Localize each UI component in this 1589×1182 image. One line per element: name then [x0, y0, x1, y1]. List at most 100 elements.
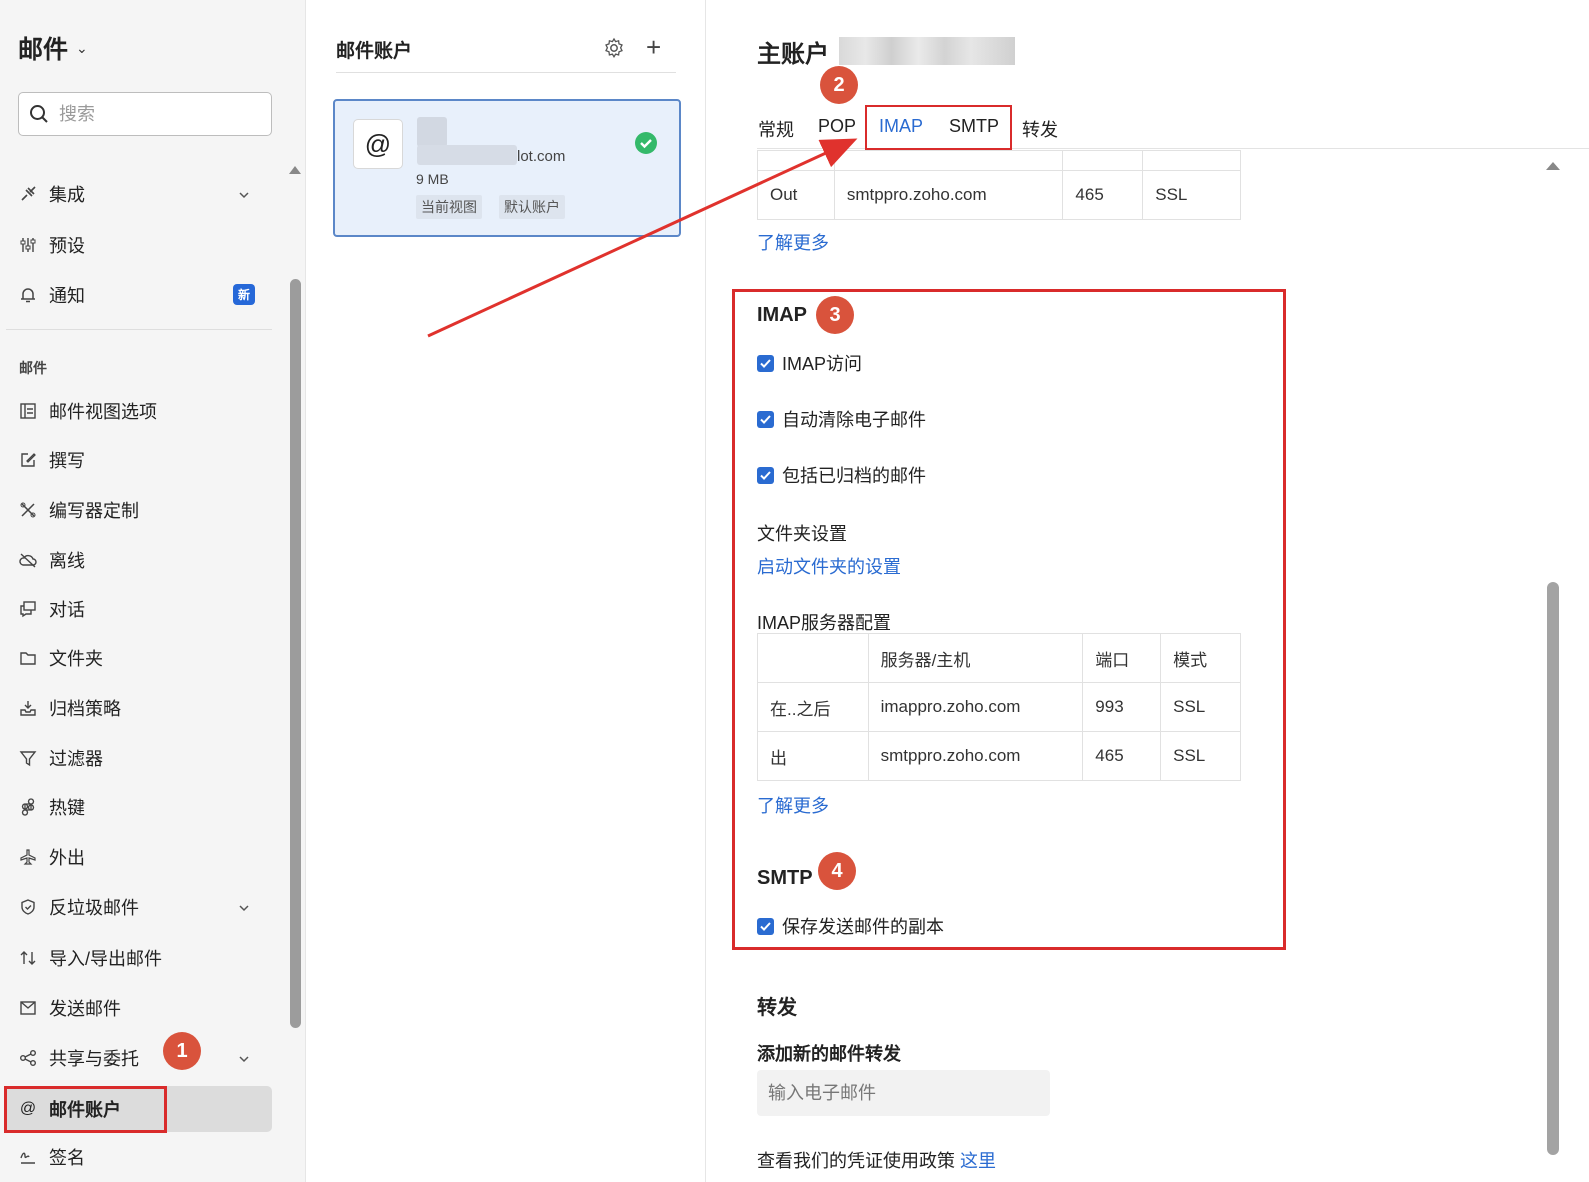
sidebar-item-folders[interactable]: 文件夹	[0, 635, 272, 681]
sidebar-item-label: 反垃圾邮件	[49, 898, 139, 918]
new-badge: 新	[233, 284, 256, 305]
table-cell: SSL	[1142, 170, 1241, 220]
table-row: Out smtppro.zoho.com 465 SSL	[757, 170, 1241, 220]
app-switcher[interactable]: 邮件 ⌄	[18, 30, 88, 66]
send-mail-icon	[18, 998, 38, 1018]
sidebar-item-import-export[interactable]: 导入/导出邮件	[0, 935, 272, 981]
sidebar-item-label: 编写器定制	[49, 501, 139, 521]
sidebar-item-label: 热键	[49, 798, 85, 818]
add-account-button[interactable]: +	[646, 34, 661, 60]
account-domain: lot.com	[517, 148, 566, 165]
redacted-address	[417, 145, 517, 165]
command-icon	[18, 797, 38, 817]
sidebar-item-mail-view[interactable]: 邮件视图选项	[0, 388, 272, 434]
sidebar-item-out-of-office[interactable]: 外出	[0, 834, 272, 880]
sidebar-item-hotkeys[interactable]: 热键	[0, 784, 272, 830]
chevron-down-icon[interactable]	[238, 898, 250, 919]
sidebar-item-share-delegate[interactable]: 共享与委托	[0, 1035, 272, 1081]
chevron-down-icon: ⌄	[76, 39, 88, 56]
policy-link[interactable]: 这里	[960, 1151, 996, 1171]
sidebar-item-label: 签名	[49, 1148, 85, 1168]
sidebar-item-offline[interactable]: 离线	[0, 537, 272, 583]
tab-pop[interactable]: POP	[818, 116, 856, 137]
learn-more-link[interactable]: 了解更多	[757, 229, 829, 255]
tab-forward[interactable]: 转发	[1022, 116, 1058, 142]
scroll-up-arrow[interactable]	[289, 166, 301, 174]
forward-heading: 转发	[757, 997, 797, 1019]
sidebar-item-presets[interactable]: 预设	[0, 222, 272, 268]
sidebar-item-anti-spam[interactable]: 反垃圾邮件	[0, 884, 272, 930]
search-input[interactable]	[57, 102, 247, 126]
accounts-panel: 邮件账户 + @ lot.com 9 MB 当前视图 默认账户	[306, 0, 706, 1182]
sidebar-item-conversation[interactable]: 对话	[0, 586, 272, 632]
divider	[336, 72, 676, 73]
sidebar-item-compose[interactable]: 撰写	[0, 437, 272, 483]
page-title: 主账户	[757, 41, 829, 68]
sidebar-item-label: 邮件视图选项	[49, 402, 157, 422]
tag-current-view: 当前视图	[416, 195, 482, 219]
at-icon: @	[353, 119, 403, 169]
sidebar-item-send-mail[interactable]: 发送邮件	[0, 985, 272, 1031]
redacted-account-name	[839, 37, 1015, 65]
share-icon	[18, 1048, 38, 1068]
layout-icon	[18, 401, 38, 421]
plane-icon	[18, 847, 38, 867]
sidebar-item-label: 离线	[49, 551, 85, 571]
sliders-icon	[18, 235, 38, 255]
sidebar-item-label: 共享与委托	[49, 1049, 139, 1069]
sidebar-item-label: 外出	[49, 848, 85, 868]
search-box[interactable]	[18, 92, 272, 136]
divider	[6, 329, 272, 330]
sidebar-item-label: 集成	[49, 185, 85, 205]
tab-imap[interactable]: IMAP	[879, 116, 923, 137]
add-forward-label: 添加新的邮件转发	[757, 1044, 901, 1064]
sidebar-item-editor-custom[interactable]: 编写器定制	[0, 487, 272, 533]
account-size: 9 MB	[416, 171, 449, 187]
sidebar-item-mail-accounts[interactable]: @ 邮件账户	[4, 1086, 272, 1132]
settings-sidebar: 邮件 ⌄ 集成 预设 通知 新 邮件 邮件视图选项 撰写	[0, 0, 306, 1182]
tabs-divider	[757, 148, 1589, 149]
sidebar-item-label: 对话	[49, 600, 85, 620]
sidebar-item-label: 归档策略	[49, 699, 121, 719]
sidebar-item-label: 发送邮件	[49, 999, 121, 1019]
cloud-off-icon	[18, 550, 38, 570]
bell-icon	[18, 285, 38, 305]
app-title: 邮件	[18, 36, 69, 64]
chevron-down-icon[interactable]	[238, 185, 250, 206]
sidebar-item-signature[interactable]: 签名	[0, 1134, 272, 1180]
table-cell: Out	[757, 170, 835, 220]
sidebar-scrollbar[interactable]	[290, 279, 301, 1028]
forward-email-input[interactable]	[757, 1070, 1050, 1116]
scroll-up-arrow[interactable]	[1546, 162, 1560, 170]
content-scrollbar[interactable]	[1547, 582, 1559, 1155]
sidebar-item-label: 撰写	[49, 451, 85, 471]
at-icon: @	[19, 1100, 37, 1117]
gear-icon[interactable]	[603, 37, 625, 59]
plug-icon	[18, 184, 38, 204]
chevron-down-icon[interactable]	[238, 1049, 250, 1070]
pop-server-table: Out smtppro.zoho.com 465 SSL	[757, 150, 1241, 220]
sidebar-item-label: 过滤器	[49, 749, 103, 769]
sidebar-item-label: 文件夹	[49, 649, 103, 669]
tab-general[interactable]: 常规	[758, 116, 794, 142]
accounts-header: 邮件账户	[336, 41, 413, 62]
sidebar-item-filters[interactable]: 过滤器	[0, 735, 272, 781]
sidebar-item-label: 导入/导出邮件	[49, 949, 163, 969]
sidebar-item-notifications[interactable]: 通知 新	[0, 272, 272, 318]
imap-smtp-highlight	[732, 289, 1286, 950]
policy-text: 查看我们的凭证使用政策	[757, 1151, 955, 1171]
table-cell: smtppro.zoho.com	[833, 170, 1064, 220]
folder-icon	[18, 648, 38, 668]
tag-default-account: 默认账户	[499, 195, 565, 219]
sidebar-item-integrations[interactable]: 集成	[0, 171, 272, 217]
archive-icon	[18, 698, 38, 718]
import-export-icon	[18, 948, 38, 968]
redacted-avatar	[417, 117, 447, 147]
section-label-mail: 邮件	[19, 360, 47, 376]
check-circle-icon	[635, 132, 657, 154]
sidebar-item-archive-policy[interactable]: 归档策略	[0, 685, 272, 731]
tab-smtp[interactable]: SMTP	[949, 116, 999, 137]
sidebar-item-label: 通知	[49, 286, 85, 306]
account-card[interactable]: @ lot.com 9 MB 当前视图 默认账户	[333, 99, 681, 237]
table-cell: 465	[1062, 170, 1144, 220]
